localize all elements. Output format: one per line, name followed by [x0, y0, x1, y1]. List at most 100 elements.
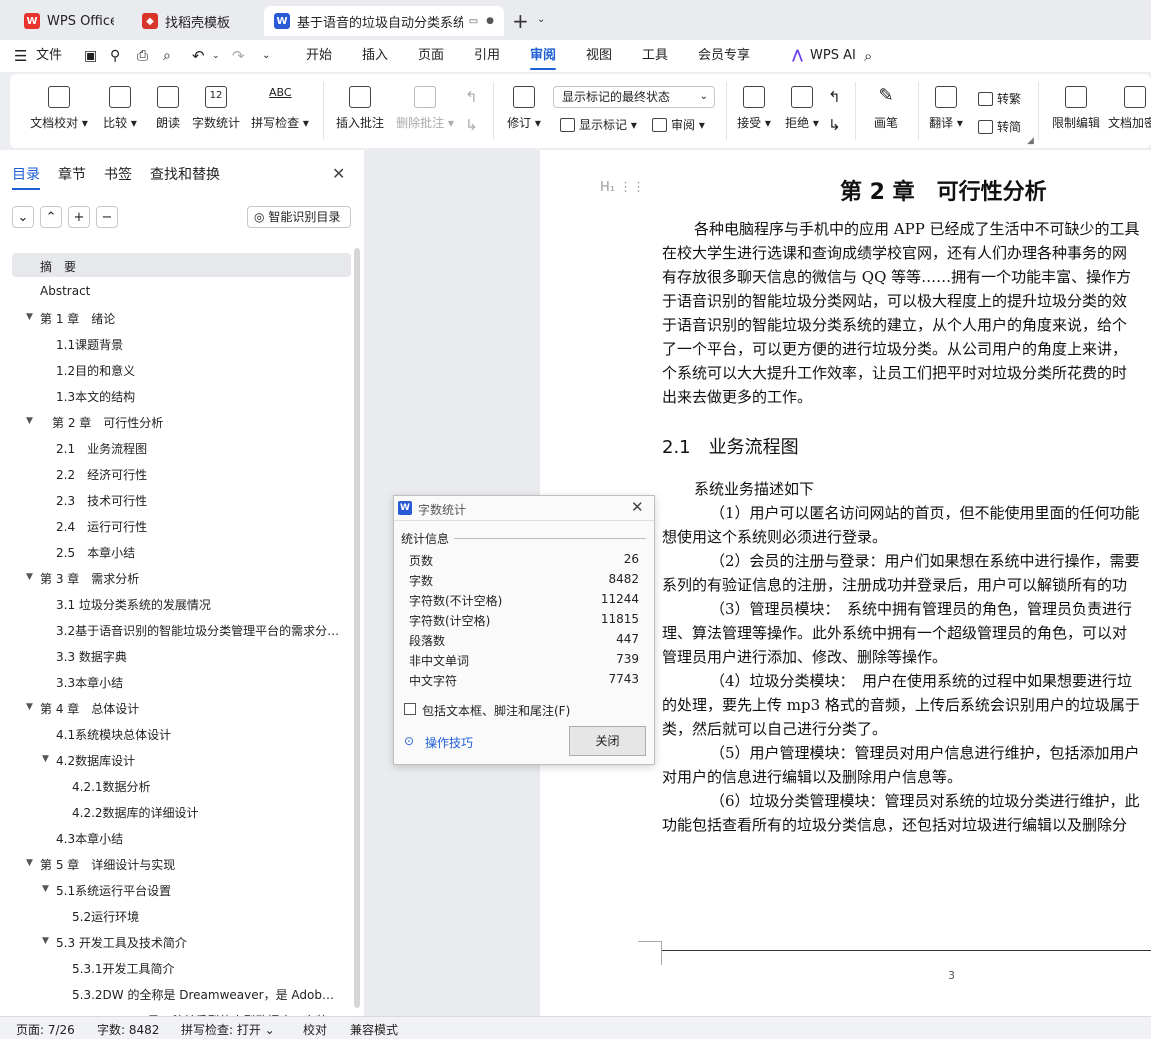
toc-item[interactable]: 4.2数据库设计 — [56, 752, 135, 769]
restrict-edit-button[interactable]: 限制编辑 — [1046, 86, 1106, 131]
toc-item[interactable]: 5.2运行环境 — [72, 908, 139, 925]
spell-check-button[interactable]: ABC 拼写检查 ▾ — [248, 86, 312, 131]
toc-item[interactable]: 2.1 业务流程图 — [56, 440, 147, 457]
toc-item[interactable]: 2.4 运行可行性 — [56, 518, 147, 535]
expand-toggle-icon[interactable]: ▼ — [26, 416, 33, 426]
menu-review[interactable]: 审阅 — [530, 40, 557, 72]
text-line[interactable]: 理、算法管理等操作。此外系统中拥有一个超级管理员的角色，可以对 — [662, 622, 1127, 643]
tab-wps-office[interactable]: W WPS Office — [14, 6, 124, 36]
remove-heading-icon[interactable]: − — [96, 206, 118, 228]
toc-item[interactable]: 第 3 章 需求分析 — [40, 570, 139, 587]
toc-item[interactable]: 1.3本文的结构 — [56, 388, 135, 405]
show-markup-button[interactable]: 显示标记 ▾ — [560, 116, 637, 133]
text-line[interactable]: 于语音识别的智能垃圾分类网站，可以极大程度上的提升垃圾分类的效 — [662, 290, 1127, 311]
close-button[interactable]: 关闭 — [569, 726, 646, 756]
toc-item[interactable]: 2.5 本章小结 — [56, 544, 135, 561]
toc-item[interactable]: 2.3 技术可行性 — [56, 492, 147, 509]
save-icon[interactable]: ▣ — [84, 40, 97, 72]
text-line[interactable]: 系列的有验证信息的注册，注册成功并登录后，用户可以解锁所有的功 — [662, 574, 1127, 595]
prev-comment-icon[interactable]: ↰ — [465, 88, 478, 106]
text-line[interactable]: 的处理，要先上传 mp3 格式的音频，上传后系统会识别用户的垃圾属于 — [662, 694, 1140, 715]
chapter-title[interactable]: 第 2 章 可行性分析 — [840, 174, 1047, 206]
text-line[interactable]: 有存放很多聊天信息的微信与 QQ 等等……拥有一个功能丰富、操作方 — [662, 266, 1131, 287]
unsaved-dot-icon[interactable]: ● — [486, 16, 494, 26]
tips-link[interactable]: 操作技巧 — [425, 734, 473, 751]
text-line[interactable]: （6）垃圾分类管理模块：管理员对系统的垃圾分类进行维护，此 — [710, 790, 1140, 811]
print-icon[interactable]: ⎙ — [137, 40, 148, 72]
encrypt-button[interactable]: 文档加密 — [1108, 86, 1151, 131]
toc-item[interactable]: 1.2目的和意义 — [56, 362, 135, 379]
text-line[interactable]: 想使用这个系统则必须进行登录。 — [662, 526, 887, 547]
collapse-down-icon[interactable]: ⌄ — [12, 206, 34, 228]
toc-item[interactable]: 1.1课题背景 — [56, 336, 123, 353]
text-line[interactable]: 了一个平台，可以更方便的进行垃圾分类。从公司用户的角度上来讲， — [662, 338, 1127, 359]
toc-item[interactable]: 3.2基于语音识别的智能垃圾分类管理平台的需求分 … — [56, 622, 340, 639]
close-icon[interactable]: ✕ — [332, 164, 345, 183]
expand-toggle-icon[interactable]: ▼ — [26, 312, 33, 322]
pen-button[interactable]: ✎ 画笔 — [866, 86, 906, 131]
toc-item[interactable]: 3.1 垃圾分类系统的发展情况 — [56, 596, 211, 613]
text-line[interactable]: （4）垃圾分类模块： 用户在使用系统的过程中如果想要进行垃 — [710, 670, 1132, 691]
text-line[interactable]: （1）用户可以匿名访问网站的首页，但不能使用里面的任何功能 — [710, 502, 1140, 523]
proofread-button[interactable]: 文档校对 ▾ — [28, 86, 90, 131]
text-line[interactable]: 各种电脑程序与手机中的应用 APP 已经成了生活中不可缺少的工具 — [694, 218, 1140, 239]
menu-insert[interactable]: 插入 — [362, 40, 388, 72]
smart-toc-button[interactable]: ◎ 智能识别目录 — [247, 206, 351, 228]
delete-comment-button[interactable]: 删除批注 ▾ — [394, 86, 456, 131]
toc-item[interactable]: 5.3 开发工具及技术简介 — [56, 934, 187, 951]
insert-comment-button[interactable]: 插入批注 — [332, 86, 388, 131]
toc-item[interactable]: 3.3本章小结 — [56, 674, 123, 691]
toc-item[interactable]: 第 2 章 可行性分析 — [52, 414, 163, 431]
text-line[interactable]: 类，然后就可以自己进行分类了。 — [662, 718, 887, 739]
expand-dialog-icon[interactable]: ◢ — [1027, 136, 1034, 146]
tab-sections[interactable]: 章节 — [58, 164, 86, 184]
tab-bookmarks[interactable]: 书签 — [104, 164, 132, 184]
tab-docer[interactable]: ◆ 找稻壳模板 — [132, 6, 258, 36]
heading-marker-icon[interactable]: H₁ ⋮⋮ — [600, 180, 645, 195]
add-heading-icon[interactable]: + — [68, 206, 90, 228]
toc-scrollbar[interactable] — [354, 248, 360, 1008]
chevron-down-icon[interactable]: ⌄ — [537, 14, 545, 25]
text-line[interactable]: 出来去做更多的工作。 — [662, 386, 812, 407]
menu-tools[interactable]: 工具 — [642, 40, 668, 72]
expand-toggle-icon[interactable]: ▼ — [42, 884, 49, 894]
tab-find-replace[interactable]: 查找和替换 — [150, 164, 220, 184]
menu-file[interactable]: 文件 — [36, 40, 62, 72]
toc-item[interactable]: 3.3 数据字典 — [56, 648, 127, 665]
tab-toc[interactable]: 目录 — [12, 164, 40, 190]
undo-icon[interactable]: ↶ — [192, 40, 205, 72]
toc-item[interactable]: 第 4 章 总体设计 — [40, 700, 139, 717]
expand-toggle-icon[interactable]: ▼ — [42, 754, 49, 764]
toc-item[interactable]: 4.3本章小结 — [56, 830, 123, 847]
quick-access-dropdown-icon[interactable]: ⌄ — [262, 40, 270, 72]
text-line[interactable]: （2）会员的注册与登录：用户们如果想在系统中进行操作，需要 — [710, 550, 1140, 571]
word-count-button[interactable]: 12 字数统计 — [190, 86, 242, 131]
expand-toggle-icon[interactable]: ▼ — [26, 858, 33, 868]
word-count-indicator[interactable]: 字数: 8482 — [97, 1021, 159, 1038]
section-intro[interactable]: 系统业务描述如下 — [694, 478, 814, 499]
menu-reference[interactable]: 引用 — [474, 40, 500, 72]
toc-item[interactable]: 5.3.2DW 的全称是 Dreamweaver，是 Adobe … — [72, 986, 340, 1003]
section-title[interactable]: 2.1 业务流程图 — [662, 433, 799, 459]
close-icon[interactable]: ✕ — [631, 498, 644, 516]
tab-document[interactable]: W 基于语音的垃圾自动分类系统设 ▭ ● — [264, 6, 504, 36]
menu-page[interactable]: 页面 — [418, 40, 444, 72]
text-line[interactable]: （3）管理员模块： 系统中拥有管理员的角色，管理员负责进行 — [710, 598, 1132, 619]
to-simplified-button[interactable]: 转简 — [978, 118, 1021, 135]
page-indicator[interactable]: 页面: 7/26 — [16, 1021, 75, 1038]
toc-item[interactable]: 2.2 经济可行性 — [56, 466, 147, 483]
markup-state-select[interactable]: 显示标记的最终状态 ⌄ — [553, 86, 715, 108]
redo-icon[interactable]: ↷ — [232, 40, 245, 72]
text-line[interactable]: 个系统可以大大提升工作效率，让员工们把平时对垃圾分类所花费的时 — [662, 362, 1127, 383]
proofread-status[interactable]: 校对 — [303, 1021, 327, 1038]
toc-item[interactable]: Abstract — [40, 284, 90, 298]
reject-button[interactable]: 拒绝 ▾ — [780, 86, 824, 131]
toc-item[interactable]: 4.2.2数据库的详细设计 — [72, 804, 199, 821]
accept-button[interactable]: 接受 ▾ — [732, 86, 776, 131]
collapse-up-icon[interactable]: ⌃ — [40, 206, 62, 228]
expand-toggle-icon[interactable]: ▼ — [26, 572, 33, 582]
undo-dropdown-icon[interactable]: ⌄ — [212, 40, 220, 72]
menu-wps-ai[interactable]: WPS AI — [810, 40, 856, 72]
spell-check-status[interactable]: 拼写检查: 打开 ⌄ — [181, 1021, 275, 1038]
track-changes-button[interactable]: 修订 ▾ — [502, 86, 546, 131]
